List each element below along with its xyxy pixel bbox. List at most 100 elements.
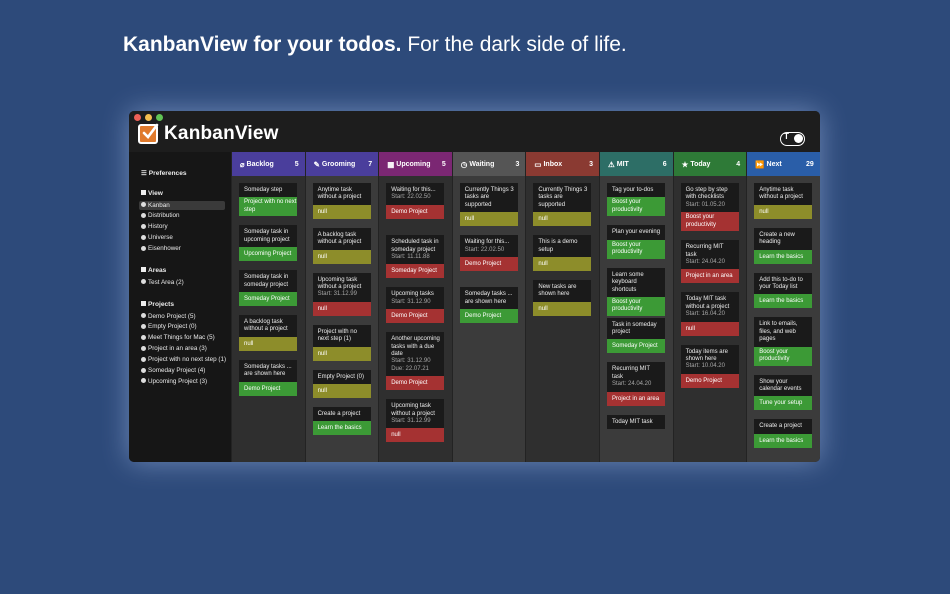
- task-card[interactable]: Someday tasks ... are shown here Demo Pro…: [239, 359, 297, 396]
- theme-toggle[interactable]: T: [780, 132, 805, 146]
- project-empty-project-0[interactable]: Empty Project (0): [139, 322, 225, 331]
- app-title: KanbanView: [164, 123, 279, 144]
- task-card[interactable]: Recurring MIT task Start: 24.04.20 Project…: [680, 240, 739, 284]
- task-card[interactable]: Add this to-do to your Today list Learn t…: [754, 272, 813, 309]
- task-card[interactable]: Create a project Learn the basics: [312, 407, 371, 436]
- task-card[interactable]: Plan your evening Boost your productivity: [607, 225, 665, 259]
- task-card[interactable]: Scheduled task in someday project Start: …: [386, 235, 445, 279]
- task-card[interactable]: Today MIT task without a project Start: 1…: [680, 292, 739, 336]
- task-card[interactable]: Upcoming tasks Start: 31.12.90 Demo Projec…: [386, 287, 445, 324]
- column-title: Today: [690, 160, 711, 168]
- task-card[interactable]: Another upcoming tasks with a due date St…: [386, 332, 445, 391]
- project-tag: null: [754, 204, 813, 219]
- view-universe[interactable]: Universe: [139, 233, 225, 242]
- task-card[interactable]: Create a new heading Learn the basics: [754, 227, 813, 264]
- calendar-icon: ▦: [387, 159, 395, 169]
- forward-icon: ⏩: [755, 159, 765, 169]
- project-tag: Demo Project: [386, 204, 445, 219]
- task-card[interactable]: Empty Project (0) null: [312, 369, 371, 398]
- task-title: Upcoming task without a project Start: 31…: [386, 399, 444, 428]
- column-header-backlog[interactable]: ⌀ Backlog 5: [232, 152, 305, 176]
- close-window-button[interactable]: [134, 114, 141, 121]
- column-header-grooming[interactable]: ✎ Grooming 7: [305, 152, 379, 176]
- task-card[interactable]: Upcoming task without a project Start: 31…: [312, 272, 371, 316]
- task-card[interactable]: Show your calendar events Tune your setup: [754, 374, 813, 411]
- task-title-text: Recurring MIT task: [685, 244, 724, 258]
- column-today: ★ Today 4 Go step by step with checklists St…: [672, 152, 747, 462]
- task-title: Link to emails, files, and web pages: [754, 317, 812, 346]
- column-upcoming: ▦ Upcoming 5 Waiting for this... Start: 22.0…: [378, 152, 452, 462]
- task-card[interactable]: Today MIT task: [607, 414, 665, 429]
- task-card[interactable]: Someday task in upcoming project Upcoming…: [239, 225, 297, 262]
- column-header-upcoming[interactable]: ▦ Upcoming 5: [379, 152, 452, 176]
- task-title-text: Task in someday project: [612, 321, 657, 335]
- task-card[interactable]: Someday step Project with no next step: [239, 183, 297, 217]
- zoom-window-button[interactable]: [156, 114, 163, 121]
- area-test-area-2[interactable]: Test Area (2): [139, 278, 225, 287]
- task-card[interactable]: Someday tasks ... are shown here Demo Pro…: [459, 287, 518, 324]
- task-title-text: Link to emails, files, and web pages: [759, 321, 798, 343]
- preferences-item[interactable]: ☰ Preferences: [141, 169, 187, 177]
- view-section-icon: [141, 190, 146, 195]
- task-card[interactable]: Upcoming task without a project Start: 31…: [386, 399, 445, 443]
- task-card[interactable]: Someday task in someday project Someday P…: [239, 270, 297, 306]
- column-header-waiting[interactable]: ◷ Waiting 3: [452, 152, 526, 176]
- task-title-text: A backlog task without a project: [244, 319, 288, 333]
- project-label: Demo Project (5): [148, 312, 196, 320]
- column-count: 6: [662, 160, 667, 168]
- column-header-left: ⏩ Next: [755, 160, 782, 169]
- project-demo-project-5[interactable]: Demo Project (5): [139, 312, 225, 321]
- project-tag: Demo Project: [386, 376, 445, 391]
- column-header-mit[interactable]: ⚠ MIT 6: [600, 152, 673, 176]
- view-history[interactable]: History: [139, 222, 225, 231]
- project-upcoming-project-3[interactable]: Upcoming Project (3): [139, 377, 225, 386]
- column-title: Upcoming: [396, 160, 431, 168]
- task-title-text: Recurring MIT task: [612, 366, 650, 380]
- task-card[interactable]: Waiting for this... Start: 22.02.50 Demo P…: [386, 183, 445, 219]
- project-tag: null: [312, 384, 371, 398]
- task-title-text: Create a project: [759, 423, 802, 430]
- project-tag: null: [312, 249, 371, 264]
- clock-icon: ◷: [460, 159, 468, 169]
- task-title: Create a new heading: [754, 228, 812, 250]
- task-card[interactable]: Today items are shown here Start: 10.04.2…: [680, 344, 739, 388]
- task-card[interactable]: Project with no next step (1) null: [312, 324, 371, 361]
- task-card[interactable]: Anytime task without a project null: [312, 183, 371, 219]
- task-card[interactable]: A backlog task without a project null: [239, 315, 297, 351]
- task-title: Learn some keyboard shortcuts: [607, 268, 665, 297]
- column-header-inbox[interactable]: ▭ Inbox 3: [526, 152, 599, 176]
- task-card[interactable]: This is a demo setup null: [533, 235, 592, 271]
- column-header-today[interactable]: ★ Today 4: [673, 152, 747, 176]
- task-date: Start: 10.04.20: [685, 363, 725, 370]
- areas-section-label: Areas: [148, 267, 167, 274]
- task-card[interactable]: Currently Things 3 tasks are supported nu…: [459, 183, 518, 227]
- task-card[interactable]: Tag your to-dos Boost your productivity: [607, 183, 665, 217]
- project-project-with-no-next-step-1[interactable]: Project with no next step (1): [139, 355, 226, 364]
- column-count: 3: [515, 160, 520, 168]
- project-someday-project-4[interactable]: Someday Project (4): [139, 366, 225, 375]
- brush-icon: ✎: [313, 159, 320, 169]
- project-meet-things-for-mac-5[interactable]: Meet Things for Mac (5): [139, 333, 225, 342]
- project-project-in-an-area-3[interactable]: Project in an area (3): [139, 344, 225, 353]
- task-card[interactable]: Link to emails, files, and web pages Boos…: [754, 317, 813, 366]
- task-card[interactable]: A backlog task without a project null: [312, 227, 371, 264]
- projects-section-label: Projects: [148, 301, 175, 308]
- column-header-next[interactable]: ⏩ Next 29: [747, 152, 820, 176]
- task-title: Project with no next step (1): [313, 325, 371, 347]
- task-card[interactable]: Waiting for this... Start: 22.02.50 Demo P…: [459, 235, 518, 271]
- project-label: Meet Things for Mac (5): [148, 334, 215, 342]
- view-kanban[interactable]: Kanban: [139, 200, 225, 210]
- task-card[interactable]: Learn some keyboard shortcuts Boost your …: [607, 267, 665, 317]
- view-eisenhower[interactable]: Eisenhower: [139, 244, 225, 253]
- task-card[interactable]: Recurring MIT task Start: 24.04.20 Project…: [607, 362, 665, 406]
- view-distribution[interactable]: Distribution: [139, 211, 225, 220]
- task-card[interactable]: Currently Things 3 tasks are supported nu…: [533, 183, 592, 227]
- task-card[interactable]: New tasks are shown here null: [533, 280, 592, 316]
- task-date: Start: 31.12.90: [391, 358, 431, 365]
- task-card[interactable]: Go step by step with checklists Start: 01…: [680, 183, 739, 232]
- task-card[interactable]: Task in someday project Someday Project: [607, 317, 665, 354]
- task-card[interactable]: Create a project Learn the basics: [754, 419, 813, 448]
- task-title: Anytime task without a project: [754, 183, 812, 205]
- task-card[interactable]: Anytime task without a project null: [754, 183, 813, 219]
- minimize-window-button[interactable]: [145, 114, 152, 121]
